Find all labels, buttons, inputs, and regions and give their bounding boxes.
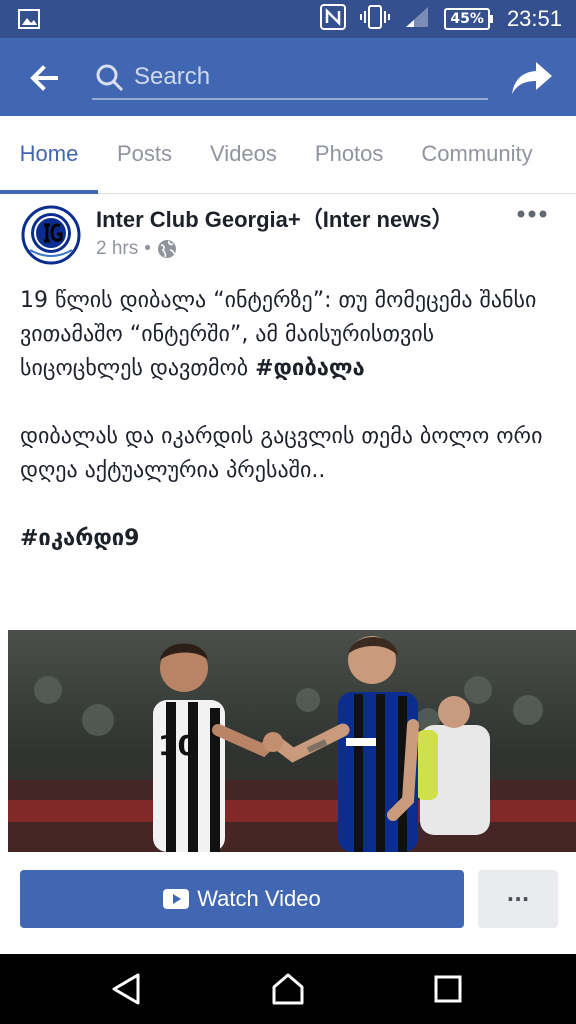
nav-back-icon [112, 973, 140, 1005]
nav-home-button[interactable] [270, 971, 306, 1007]
search-icon [96, 64, 124, 92]
tab-home[interactable]: Home [0, 116, 98, 194]
svg-text:10: 10 [158, 729, 197, 762]
watch-video-label: Watch Video [197, 886, 321, 911]
status-bar: 45% 23:51 [0, 0, 576, 38]
battery-percent: 45% [444, 8, 490, 30]
hashtag-link[interactable]: #დიბალა [255, 356, 365, 381]
post-time[interactable]: 2 hrs [96, 238, 138, 260]
post-text: 19 წლის დიბალა “ინტერზე”: თუ მომეცემა შა… [20, 284, 560, 590]
video-thumbnail[interactable]: 10 [8, 630, 576, 852]
page-tabs: Home Posts Videos Photos Community [0, 116, 576, 194]
back-arrow-icon [30, 65, 58, 91]
back-button[interactable] [26, 60, 62, 96]
search-bar[interactable] [92, 56, 488, 100]
post-meta: 2 hrs • [96, 238, 177, 260]
globe-icon [157, 240, 176, 258]
tab-posts[interactable]: Posts [98, 116, 191, 192]
search-input[interactable] [134, 60, 474, 94]
post-card: Inter Club Georgia+（Inter news） 2 hrs • … [0, 194, 576, 954]
more-dots-icon [517, 210, 547, 218]
system-nav-bar [0, 954, 576, 1024]
watch-video-button[interactable]: Watch Video [20, 870, 464, 928]
hashtag-link[interactable]: #იკარდი9 [20, 526, 139, 551]
battery-indicator: 45% [444, 8, 493, 30]
more-actions-button[interactable]: ··· [478, 870, 558, 928]
tab-photos[interactable]: Photos [296, 116, 403, 192]
signal-icon [404, 5, 430, 33]
page-avatar[interactable] [20, 204, 82, 266]
nav-recents-icon [434, 975, 462, 1003]
share-button[interactable] [510, 56, 554, 100]
clock: 23:51 [506, 6, 562, 31]
gallery-notification-icon [18, 9, 40, 33]
meta-separator: • [144, 238, 151, 259]
nav-back-button[interactable] [108, 971, 144, 1007]
top-app-bar [0, 38, 576, 116]
play-icon [163, 889, 190, 909]
vibrate-icon [360, 4, 391, 34]
tab-videos[interactable]: Videos [191, 116, 296, 192]
players-handshake-image: 10 [8, 630, 576, 852]
more-actions-label: ··· [506, 887, 530, 911]
post-options-button[interactable] [516, 204, 548, 224]
nfc-icon [320, 4, 347, 34]
post-actions: Watch Video ··· [0, 852, 576, 948]
nav-recents-button[interactable] [430, 971, 466, 1007]
post-paragraph: დიბალას და იკარდის გაცვლის თემა ბოლო ორი… [20, 424, 543, 483]
nav-home-icon [272, 973, 304, 1005]
tab-community[interactable]: Community [402, 116, 551, 192]
page-name[interactable]: Inter Club Georgia+（Inter news） [96, 202, 454, 234]
share-arrow-icon [512, 62, 552, 94]
inter-club-logo [21, 205, 81, 265]
